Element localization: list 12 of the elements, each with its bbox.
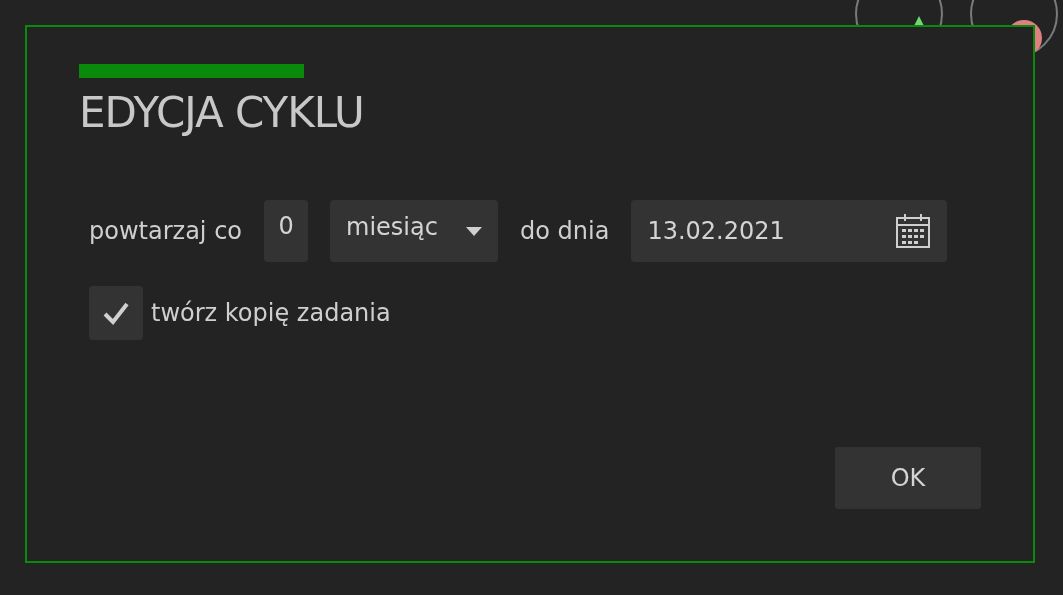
- date-field[interactable]: 13.02.2021: [631, 200, 948, 263]
- ok-button[interactable]: OK: [835, 447, 981, 509]
- repeat-label: powtarzaj co: [89, 216, 242, 248]
- caret-icon: [466, 226, 482, 236]
- checkbox[interactable]: [89, 286, 143, 341]
- checkbox-label: twórz kopię zadania: [151, 298, 391, 330]
- check-icon: [102, 301, 130, 326]
- until-label: do dnia: [520, 216, 610, 248]
- calendar-icon[interactable]: [895, 213, 932, 250]
- dialog-title: EDYCJA CYKLU: [79, 88, 365, 139]
- unit-dropdown[interactable]: miesiąc: [330, 200, 498, 263]
- count-field[interactable]: 0: [264, 200, 308, 263]
